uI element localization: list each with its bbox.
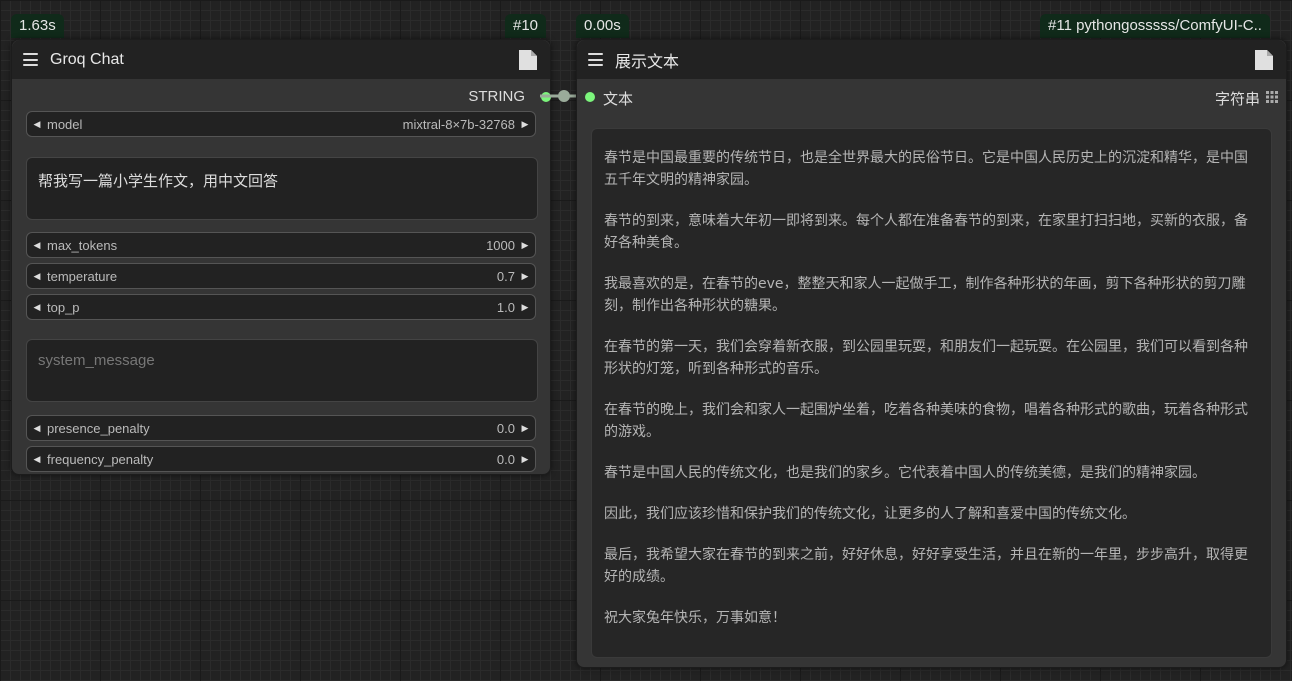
right-arrow-icon[interactable]: ▶ — [515, 271, 535, 282]
right-arrow-icon[interactable]: ▶ — [515, 302, 535, 313]
widget-value: mixtral-8×7b-32768 — [402, 116, 515, 132]
text-paragraph: 祝大家兔年快乐，万事如意！ — [604, 610, 786, 626]
left-arrow-icon[interactable]: ◀ — [27, 119, 47, 130]
widget-name: model — [47, 116, 83, 132]
node-header[interactable]: 展示文本 — [577, 40, 1286, 79]
execution-time-badge: 1.63s — [11, 14, 64, 38]
widget-name: temperature — [47, 268, 118, 284]
model-selector[interactable]: ◀ model mixtral-8×7b-32768 ▶ — [26, 111, 536, 137]
max-tokens-stepper[interactable]: ◀ max_tokens 1000 ▶ — [26, 232, 536, 258]
document-icon[interactable] — [1254, 49, 1274, 71]
node-id-badge: #10 — [505, 14, 547, 38]
right-arrow-icon[interactable]: ▶ — [515, 454, 535, 465]
top-p-stepper[interactable]: ◀ top_p 1.0 ▶ — [26, 294, 536, 320]
widget-name: frequency_penalty — [47, 451, 154, 467]
widget-name: top_p — [47, 299, 80, 315]
node-header[interactable]: Groq Chat — [12, 40, 550, 79]
widget-name: presence_penalty — [47, 420, 150, 436]
menu-icon[interactable] — [23, 53, 38, 66]
text-paragraph: 因此，我们应该珍惜和保护我们的传统文化，让更多的人了解和喜爱中国的传统文化。 — [604, 506, 1136, 522]
widget-name: max_tokens — [47, 237, 118, 253]
text-paragraph: 我最喜欢的是，在春节的eve，整整天和家人一起做手工，制作各种形状的年画，剪下各… — [604, 276, 1246, 314]
show-text-node[interactable]: 展示文本 文本 字符串 春节是中国最重要的传统节日，也是全世界最大的民俗节日。它… — [576, 39, 1287, 668]
output-label: STRING — [468, 88, 525, 105]
node-id-badge: #11 pythongosssss/ComfyUI-C.. — [1040, 14, 1270, 38]
input-label: 文本 — [603, 91, 634, 108]
output-row: STRING — [12, 79, 551, 115]
temperature-stepper[interactable]: ◀ temperature 0.7 ▶ — [26, 263, 536, 289]
right-arrow-icon[interactable]: ▶ — [515, 423, 535, 434]
widget-value: 0.0 — [496, 420, 515, 436]
widget-value: 0.7 — [496, 268, 515, 284]
text-paragraph: 春节的到来，意味着大年初一即将到来。每个人都在准备春节的到来，在家里打扫扫地，买… — [604, 213, 1248, 251]
text-paragraph: 最后，我希望大家在春节的到来之前，好好休息，好好享受生活，并且在新的一年里，步步… — [604, 547, 1248, 585]
execution-time-badge: 0.00s — [576, 14, 629, 38]
right-arrow-icon[interactable]: ▶ — [515, 119, 535, 130]
frequency-penalty-stepper[interactable]: ◀ frequency_penalty 0.0 ▶ — [26, 446, 536, 472]
displayed-text-area[interactable]: 春节是中国最重要的传统节日，也是全世界最大的民俗节日。它是中国人民历史上的沉淀和… — [591, 128, 1272, 658]
io-row: 文本 字符串 — [577, 79, 1286, 115]
input-slot-dot[interactable] — [585, 92, 595, 102]
output-label: 字符串 — [1214, 91, 1260, 108]
presence-penalty-stepper[interactable]: ◀ presence_penalty 0.0 ▶ — [26, 415, 536, 441]
widget-value: 0.0 — [496, 451, 515, 467]
left-arrow-icon[interactable]: ◀ — [27, 271, 47, 282]
left-arrow-icon[interactable]: ◀ — [27, 454, 47, 465]
groq-chat-node[interactable]: Groq Chat STRING ◀ model mixtral-8×7b-32… — [11, 39, 551, 475]
node-title: Groq Chat — [50, 50, 124, 68]
prompt-textarea[interactable]: 帮我写一篇小学生作文，用中文回答 — [26, 157, 538, 220]
grid-icon[interactable] — [1266, 91, 1278, 103]
left-arrow-icon[interactable]: ◀ — [27, 302, 47, 313]
text-paragraph: 在春节的第一天，我们会穿着新衣服，到公园里玩耍，和朋友们一起玩耍。在公园里，我们… — [604, 339, 1248, 377]
left-arrow-icon[interactable]: ◀ — [27, 423, 47, 434]
left-arrow-icon[interactable]: ◀ — [27, 240, 47, 251]
text-paragraph: 在春节的晚上，我们会和家人一起围炉坐着，吃着各种美味的食物，唱着各种形式的歌曲，… — [604, 402, 1248, 440]
menu-icon[interactable] — [588, 53, 603, 66]
node-title: 展示文本 — [615, 53, 680, 71]
system-message-textarea[interactable]: system_message — [26, 339, 538, 402]
document-icon[interactable] — [518, 49, 538, 71]
widget-value: 1.0 — [496, 299, 515, 315]
right-arrow-icon[interactable]: ▶ — [515, 240, 535, 251]
text-paragraph: 春节是中国人民的传统文化，也是我们的家乡。它代表着中国人的传统美德，是我们的精神… — [604, 465, 1206, 481]
text-paragraph: 春节是中国最重要的传统节日，也是全世界最大的民俗节日。它是中国人民历史上的沉淀和… — [604, 150, 1248, 188]
widget-value: 1000 — [486, 237, 515, 253]
